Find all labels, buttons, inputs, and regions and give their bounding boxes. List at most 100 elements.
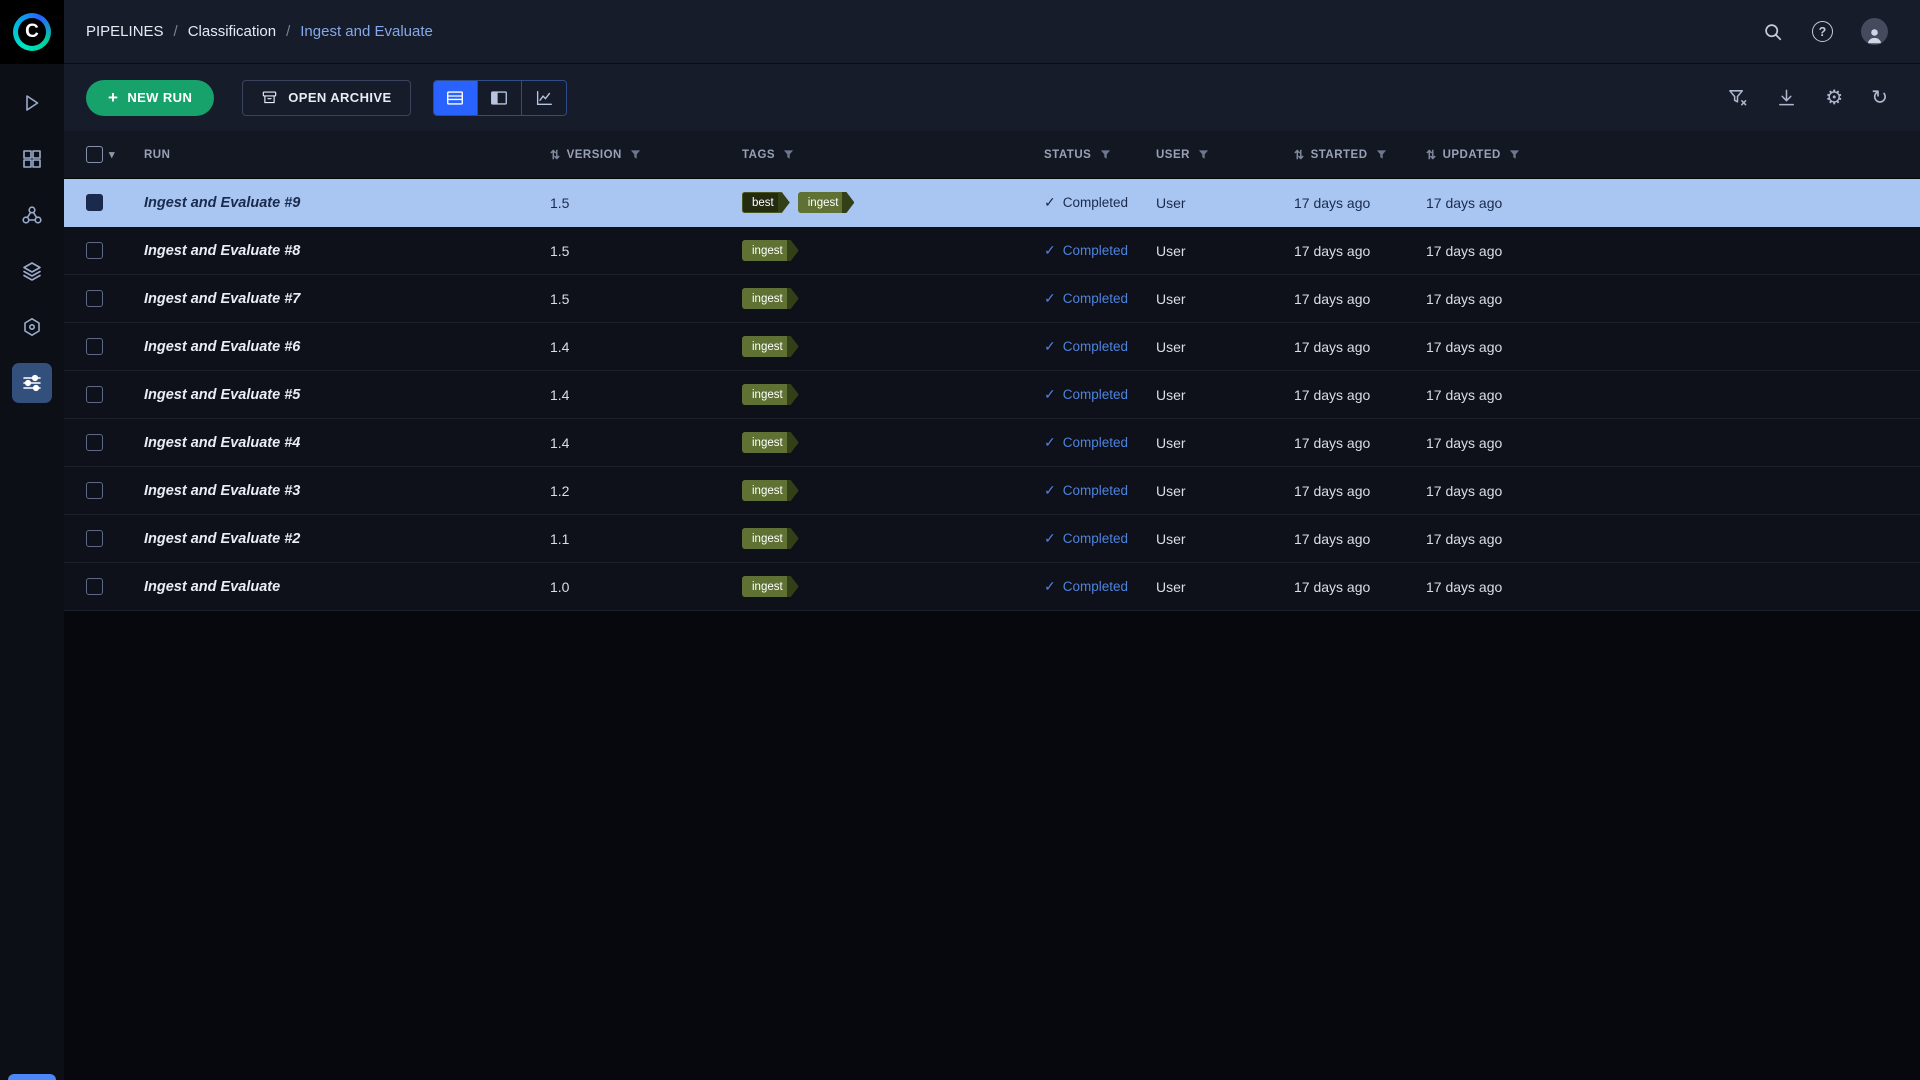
status-cell: ✓ Completed xyxy=(1042,338,1156,355)
chart-view-toggle[interactable] xyxy=(522,81,566,115)
updated-cell: 17 days ago xyxy=(1426,291,1920,307)
download-button[interactable] xyxy=(1776,87,1797,108)
filter-icon[interactable] xyxy=(630,149,641,160)
sidebar-item-orchestration[interactable] xyxy=(12,195,52,235)
table-row[interactable]: Ingest and Evaluate #2 1.1 ingest ✓ Comp… xyxy=(64,515,1920,563)
column-header-run[interactable]: RUN xyxy=(120,149,546,161)
tags-cell: ingest xyxy=(742,528,1042,549)
status-cell: ✓ Completed xyxy=(1042,242,1156,259)
top-bar: PIPELINES / Classification / Ingest and … xyxy=(64,0,1920,64)
sidebar-item-applications[interactable] xyxy=(12,307,52,347)
row-checkbox[interactable] xyxy=(86,290,103,307)
column-label: RUN xyxy=(144,149,170,161)
run-name-link[interactable]: Ingest and Evaluate #4 xyxy=(144,435,300,451)
auto-refresh-button[interactable]: ↻ xyxy=(1871,88,1888,108)
open-archive-button[interactable]: OPEN ARCHIVE xyxy=(242,80,410,116)
run-name-link[interactable]: Ingest and Evaluate #9 xyxy=(144,195,300,211)
sidebar-item-pipelines[interactable] xyxy=(12,363,52,403)
started-cell: 17 days ago xyxy=(1294,579,1426,595)
table-row[interactable]: Ingest and Evaluate #5 1.4 ingest ✓ Comp… xyxy=(64,371,1920,419)
sidebar-item-datasets[interactable] xyxy=(12,139,52,179)
column-header-version[interactable]: ⇅ VERSION xyxy=(546,148,742,162)
row-checkbox[interactable] xyxy=(86,482,103,499)
download-icon xyxy=(1776,87,1797,108)
row-checkbox[interactable] xyxy=(86,338,103,355)
filter-icon[interactable] xyxy=(1509,149,1520,160)
run-name-link[interactable]: Ingest and Evaluate #8 xyxy=(144,243,300,259)
run-name-link[interactable]: Ingest and Evaluate #2 xyxy=(144,531,300,547)
archive-icon xyxy=(261,89,278,106)
status-label: Completed xyxy=(1063,291,1128,306)
status-label: Completed xyxy=(1063,579,1128,594)
column-header-started[interactable]: ⇅ STARTED xyxy=(1294,148,1426,162)
breadcrumb-project[interactable]: Classification xyxy=(188,23,276,40)
row-checkbox[interactable] xyxy=(86,578,103,595)
row-checkbox[interactable] xyxy=(86,386,103,403)
table-row[interactable]: Ingest and Evaluate #6 1.4 ingest ✓ Comp… xyxy=(64,323,1920,371)
row-checkbox[interactable] xyxy=(86,242,103,259)
datasets-icon xyxy=(21,148,43,170)
orchestration-icon xyxy=(21,204,43,226)
filter-icon[interactable] xyxy=(783,149,794,160)
table-row[interactable]: Ingest and Evaluate #7 1.5 ingest ✓ Comp… xyxy=(64,275,1920,323)
sort-icon[interactable]: ⇅ xyxy=(550,148,561,162)
sort-icon[interactable]: ⇅ xyxy=(1294,148,1305,162)
run-name-link[interactable]: Ingest and Evaluate #6 xyxy=(144,339,300,355)
version-cell: 1.4 xyxy=(546,435,742,451)
filter-icon[interactable] xyxy=(1100,149,1111,160)
column-label: TAGS xyxy=(742,149,775,161)
breadcrumb-pipelines[interactable]: PIPELINES xyxy=(86,23,164,40)
sidebar-item-reports[interactable] xyxy=(12,251,52,291)
select-dropdown-caret[interactable]: ▾ xyxy=(109,148,115,161)
status-cell: ✓ Completed xyxy=(1042,290,1156,307)
column-label: USER xyxy=(1156,149,1190,161)
tags-cell: ingest xyxy=(742,288,1042,309)
sort-icon[interactable]: ⇅ xyxy=(1426,148,1437,162)
column-label: STATUS xyxy=(1044,149,1091,161)
app-logo[interactable]: C xyxy=(0,0,64,64)
run-name-link[interactable]: Ingest and Evaluate #5 xyxy=(144,387,300,403)
completed-check-icon: ✓ xyxy=(1044,338,1056,355)
open-archive-label: OPEN ARCHIVE xyxy=(288,90,391,105)
split-view-toggle[interactable] xyxy=(478,81,522,115)
bottom-left-widget[interactable] xyxy=(8,1074,56,1080)
table-row[interactable]: Ingest and Evaluate #9 1.5 bestingest ✓ … xyxy=(64,179,1920,227)
new-run-button[interactable]: + NEW RUN xyxy=(86,80,214,116)
version-cell: 1.0 xyxy=(546,579,742,595)
column-header-status[interactable]: STATUS xyxy=(1042,149,1156,161)
table-row[interactable]: Ingest and Evaluate #8 1.5 ingest ✓ Comp… xyxy=(64,227,1920,275)
filter-icon[interactable] xyxy=(1198,149,1209,160)
status-cell: ✓ Completed xyxy=(1042,386,1156,403)
sidebar-item-projects[interactable] xyxy=(12,83,52,123)
filter-icon[interactable] xyxy=(1376,149,1387,160)
row-checkbox[interactable] xyxy=(86,194,103,211)
column-header-user[interactable]: USER xyxy=(1156,149,1294,161)
chart-view-icon xyxy=(534,88,554,108)
breadcrumb: PIPELINES / Classification / Ingest and … xyxy=(86,23,433,40)
version-cell: 1.5 xyxy=(546,195,742,211)
table-row[interactable]: Ingest and Evaluate 1.0 ingest ✓ Complet… xyxy=(64,563,1920,611)
clear-filters-button[interactable] xyxy=(1727,87,1748,108)
search-icon xyxy=(1762,21,1784,43)
run-name-link[interactable]: Ingest and Evaluate xyxy=(144,579,280,595)
search-button[interactable] xyxy=(1762,21,1784,43)
table-row[interactable]: Ingest and Evaluate #3 1.2 ingest ✓ Comp… xyxy=(64,467,1920,515)
row-checkbox[interactable] xyxy=(86,530,103,547)
help-button[interactable]: ? xyxy=(1812,21,1833,42)
settings-button[interactable]: ⚙ xyxy=(1825,88,1843,108)
row-checkbox[interactable] xyxy=(86,434,103,451)
user-menu-button[interactable] xyxy=(1861,18,1888,45)
run-name-link[interactable]: Ingest and Evaluate #3 xyxy=(144,483,300,499)
column-header-tags[interactable]: TAGS xyxy=(742,149,1042,161)
run-name-link[interactable]: Ingest and Evaluate #7 xyxy=(144,291,300,307)
updated-cell: 17 days ago xyxy=(1426,531,1920,547)
select-all-checkbox[interactable] xyxy=(86,146,103,163)
started-cell: 17 days ago xyxy=(1294,435,1426,451)
help-icon: ? xyxy=(1812,21,1833,42)
table-view-toggle[interactable] xyxy=(434,81,478,115)
table-row[interactable]: Ingest and Evaluate #4 1.4 ingest ✓ Comp… xyxy=(64,419,1920,467)
started-cell: 17 days ago xyxy=(1294,243,1426,259)
tags-cell: ingest xyxy=(742,576,1042,597)
gear-icon: ⚙ xyxy=(1825,87,1843,109)
column-header-updated[interactable]: ⇅ UPDATED xyxy=(1426,148,1920,162)
